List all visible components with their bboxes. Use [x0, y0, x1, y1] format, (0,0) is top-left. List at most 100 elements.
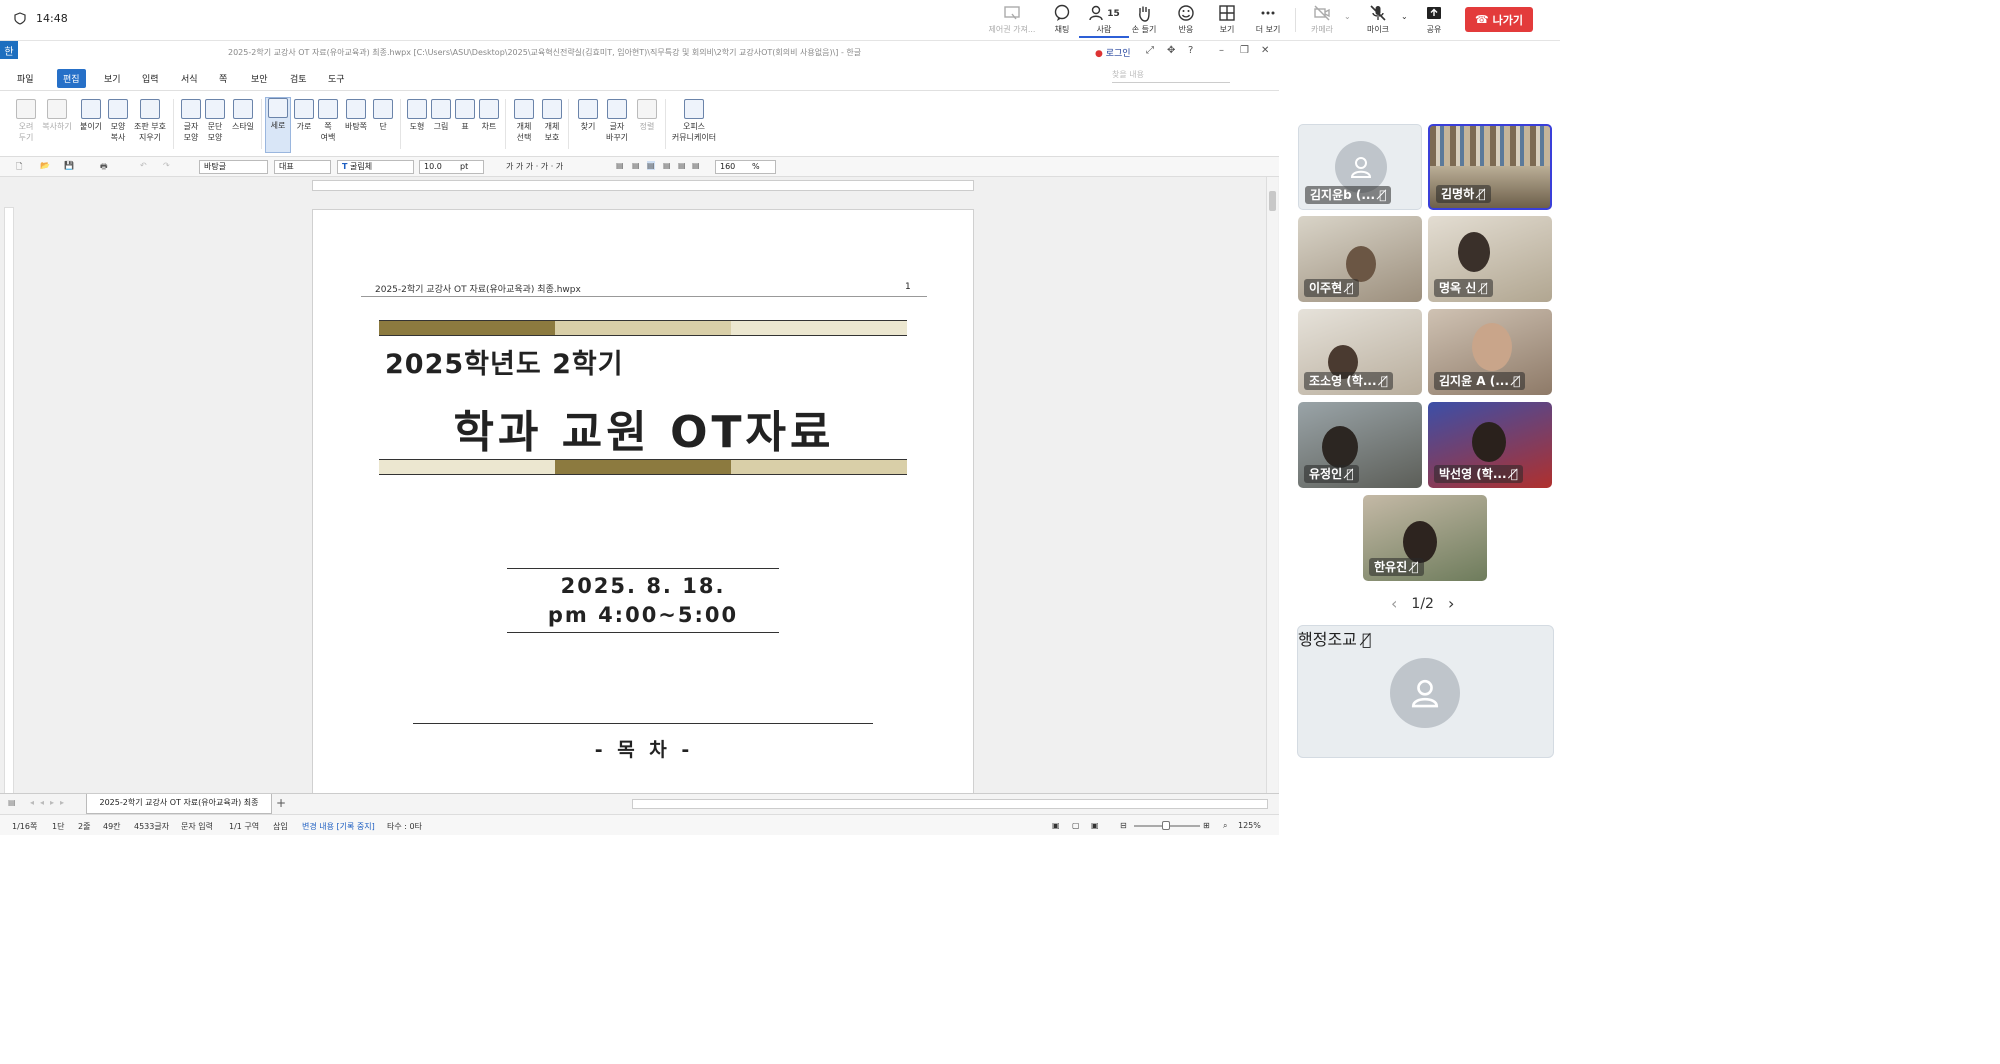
participant-tile[interactable]: 김지윤 A (... 🎙̸	[1428, 309, 1552, 395]
status-page[interactable]: 1/16쪽	[12, 821, 37, 832]
format-copy-button[interactable]: 모양 복사	[103, 99, 133, 143]
copy-button[interactable]: 복사하기	[42, 99, 72, 132]
portrait-button[interactable]: 세로	[265, 97, 291, 153]
minimize-icon[interactable]: –	[1219, 45, 1224, 56]
participant-tile[interactable]: 박선영 (학... 🎙̸	[1428, 402, 1552, 488]
align-distribute-icon[interactable]: ▤	[678, 161, 686, 170]
document-tab[interactable]: 2025-2학기 교강사 OT 자료(유아교육과) 최종	[86, 794, 272, 814]
align-divide-icon[interactable]: ▤	[692, 161, 700, 170]
view-page-icon[interactable]: ▣	[1091, 821, 1099, 830]
status-zoom[interactable]: 125%	[1238, 821, 1261, 830]
status-track-changes[interactable]: 변경 내용 [기록 중지]	[302, 821, 375, 832]
paste-button[interactable]: 붙이기	[76, 99, 106, 132]
office-communicator-button[interactable]: 오피스 커뮤니케이터	[668, 99, 720, 143]
menu-format[interactable]: 서식	[181, 72, 198, 85]
view-fit-icon[interactable]: ▢	[1072, 821, 1080, 830]
zoom-slider-handle[interactable]	[1162, 821, 1170, 830]
zoom-magnifier-icon[interactable]: ⌕	[1223, 821, 1227, 831]
close-icon[interactable]: ✕	[1261, 45, 1269, 56]
replace-button[interactable]: 글자 바꾸기	[602, 99, 632, 143]
help-icon[interactable]: ?	[1188, 45, 1193, 56]
participant-tile[interactable]: 김명하 🎙̸	[1428, 124, 1552, 210]
redo-icon[interactable]: ↷	[163, 161, 170, 170]
login-link[interactable]: ● 로그인	[1095, 46, 1131, 59]
chart-button[interactable]: 차트	[474, 99, 504, 132]
style-select[interactable]: 바탕글	[199, 160, 268, 174]
columns-button[interactable]: 단	[368, 99, 398, 132]
more-button[interactable]: 더 보기	[1243, 4, 1293, 38]
font-select[interactable]: T 굴림체	[337, 160, 414, 174]
menu-review[interactable]: 검토	[290, 72, 307, 85]
search-input[interactable]: 찾을 내용	[1112, 69, 1230, 83]
participant-tile[interactable]: 이주현 🎙̸	[1298, 216, 1422, 302]
next-page-icon[interactable]: ›	[1448, 594, 1454, 613]
featured-participant-tile[interactable]: 행정조교 🎙̸	[1297, 625, 1554, 758]
move-icon[interactable]: ✥	[1167, 45, 1175, 56]
zoom-out-icon[interactable]: ⊟	[1120, 821, 1127, 830]
find-button[interactable]: 찾기	[573, 99, 603, 132]
master-page-label: 바탕쪽	[344, 122, 368, 131]
cut-button[interactable]: 오려 두기	[11, 99, 41, 143]
horizontal-scrollbar[interactable]	[632, 799, 1268, 809]
scroll-thumb[interactable]	[1269, 191, 1276, 211]
print-icon[interactable]: 🖶	[100, 161, 108, 175]
participant-tile[interactable]: 한유진 🎙̸	[1363, 495, 1487, 581]
new-doc-icon[interactable]: 🗋	[16, 161, 22, 175]
style-button[interactable]: 스타일	[228, 99, 258, 132]
participant-tile[interactable]: 명옥 신 🎙̸	[1428, 216, 1552, 302]
previous-page-icon[interactable]: ‹	[1391, 594, 1397, 613]
para-shape-button[interactable]: 문단 모양	[200, 99, 230, 143]
save-icon[interactable]: 💾	[64, 161, 74, 170]
font-size-unit[interactable]: pt	[456, 160, 484, 174]
add-tab-icon[interactable]: +	[276, 796, 286, 810]
view-normal-icon[interactable]: ▣	[1052, 821, 1060, 830]
fullscreen-icon[interactable]: ⤢	[1146, 45, 1154, 56]
menu-tools[interactable]: 도구	[328, 72, 345, 85]
align-left-icon[interactable]: ▤	[632, 161, 640, 170]
participant-tile[interactable]: 유정인 🎙̸	[1298, 402, 1422, 488]
participant-tile[interactable]: 조소영 (학... 🎙̸	[1298, 309, 1422, 395]
master-page-button[interactable]: 바탕쪽	[341, 99, 371, 132]
mic-button[interactable]: 마이크	[1353, 4, 1403, 38]
leave-button[interactable]: ☎ 나가기	[1465, 7, 1533, 32]
document-date: 2025. 8. 18.	[560, 574, 726, 598]
camera-options-chevron-icon[interactable]: ⌄	[1344, 12, 1351, 21]
select-object-button[interactable]: 개체 선택	[509, 99, 539, 143]
camera-button[interactable]: 카메라	[1297, 4, 1347, 38]
undo-icon[interactable]: ↶	[140, 161, 147, 170]
tab-list-icon[interactable]: ▤	[8, 798, 16, 807]
protect-object-button[interactable]: 개체 보호	[537, 99, 567, 143]
vertical-ruler[interactable]	[4, 207, 14, 797]
menu-insert[interactable]: 입력	[142, 72, 159, 85]
menu-security[interactable]: 보안	[251, 72, 268, 85]
menu-view[interactable]: 보기	[104, 72, 121, 85]
language-select[interactable]: 대표	[274, 160, 331, 174]
document-page[interactable]: 2025-2학기 교강사 OT 자료(유아교육과) 최종.hwpx 1 2025…	[312, 209, 974, 799]
landscape-page-icon	[294, 99, 314, 119]
align-center-icon[interactable]: ▤	[647, 161, 655, 170]
remote-control-button[interactable]: 제어권 가져...	[987, 4, 1037, 38]
align-justify-icon[interactable]: ▤	[616, 161, 624, 170]
line-spacing-unit[interactable]: %	[748, 160, 776, 174]
align-right-icon[interactable]: ▤	[663, 161, 671, 170]
participant-tile[interactable]: 김지윤b (... 🎙̸	[1298, 124, 1422, 210]
page-margin-button[interactable]: 쪽 여백	[313, 99, 343, 143]
mic-muted-icon: 🎙̸	[1379, 188, 1387, 202]
menu-file[interactable]: 파일	[17, 72, 34, 85]
restore-icon[interactable]: ❐	[1240, 45, 1249, 56]
tab-nav-arrows-icon[interactable]: ◂◂▸▸	[30, 798, 70, 807]
hwp-logo[interactable]: 한	[0, 41, 18, 59]
sort-button[interactable]: 정렬	[632, 99, 662, 132]
clear-codes-button[interactable]: 조판 부호 지우기	[132, 99, 168, 143]
status-insert-mode[interactable]: 삽입	[273, 821, 288, 832]
share-button[interactable]: 공유	[1409, 4, 1459, 38]
vertical-scrollbar[interactable]	[1266, 177, 1278, 799]
menu-page[interactable]: 쪽	[219, 72, 227, 85]
menu-edit[interactable]: 편집	[57, 69, 86, 88]
edit-area[interactable]: 2025-2학기 교강사 OT 자료(유아교육과) 최종.hwpx 1 2025…	[0, 177, 1279, 799]
zoom-in-icon[interactable]: ⊞	[1203, 821, 1210, 830]
text-style-buttons[interactable]: 가 가 가 · 가 · 가	[506, 161, 563, 172]
mic-options-chevron-icon[interactable]: ⌄	[1401, 12, 1408, 21]
horizontal-ruler[interactable]	[312, 180, 974, 191]
open-folder-icon[interactable]: 📂	[40, 161, 50, 170]
